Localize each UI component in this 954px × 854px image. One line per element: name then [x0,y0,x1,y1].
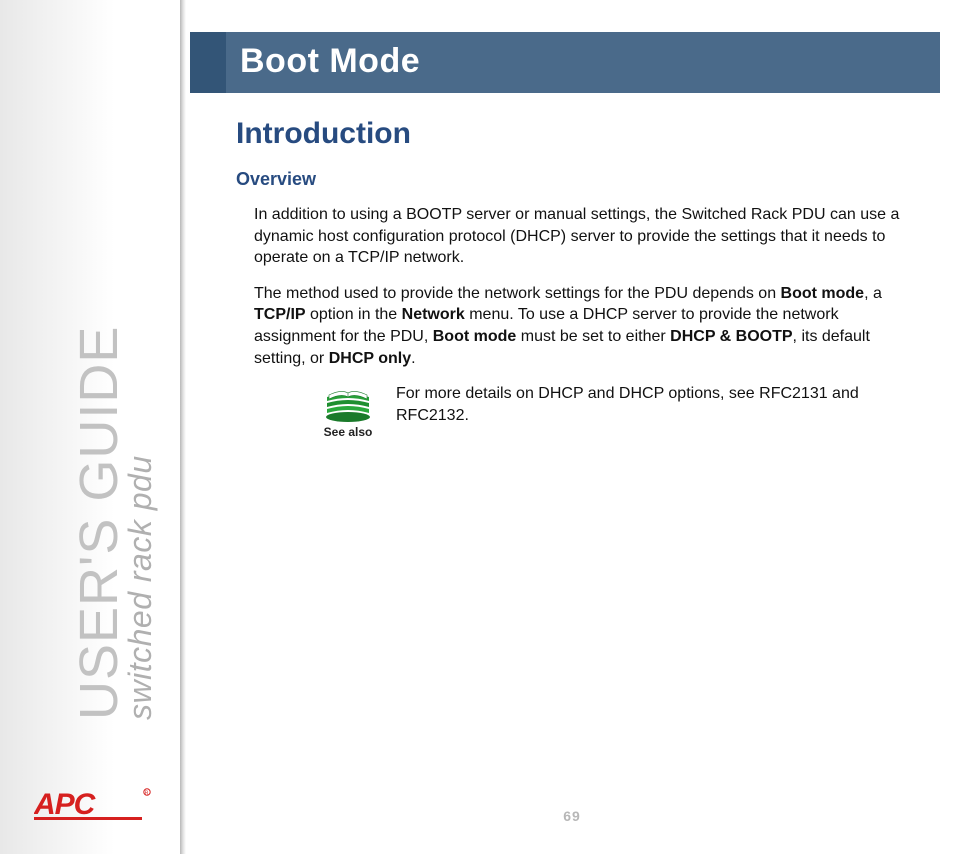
p2-bold-network: Network [402,306,465,323]
page-title: Boot Mode [240,42,920,81]
p2-bold-dhcponly: DHCP only [329,350,411,367]
svg-text:APC: APC [34,788,97,820]
page-number: 69 [563,808,581,824]
p2-text: option in the [306,306,402,323]
p2-text: must be set to either [516,328,670,345]
main-content: Boot Mode Introduction Overview In addit… [190,0,954,854]
p2-bold-bootmode: Boot mode [781,285,865,302]
sidebar-title-wrap: USER'S GUIDE [68,326,130,720]
footer: 69 [190,808,954,826]
sub-heading: Overview [236,169,914,190]
books-icon [321,383,375,423]
p2-text: The method used to provide the network s… [254,285,781,302]
content-body: Introduction Overview In addition to usi… [190,93,954,439]
see-also-icon-wrap: See also [316,383,380,439]
section-heading: Introduction [236,117,914,151]
page: USER'S GUIDE switched rack pdu APC R Boo… [0,0,954,854]
sidebar: USER'S GUIDE switched rack pdu [0,0,180,854]
see-also-text: For more details on DHCP and DHCP option… [396,383,896,426]
apc-logo: APC R [34,786,156,820]
see-also-block: See also For more details on DHCP and DH… [316,383,914,439]
p2-bold-tcpip: TCP/IP [254,306,306,323]
vertical-divider [180,0,186,854]
see-also-label: See also [324,425,373,439]
title-bar: Boot Mode [190,32,940,93]
svg-text:R: R [145,791,149,797]
p2-text: . [411,350,415,367]
paragraph-2: The method used to provide the network s… [254,283,914,369]
sidebar-title: USER'S GUIDE [69,326,129,720]
sidebar-subtitle: switched rack pdu [122,455,158,720]
p2-text: , a [864,285,882,302]
paragraph-1: In addition to using a BOOTP server or m… [254,204,914,269]
p2-bold-dhcpbootp: DHCP & BOOTP [670,328,792,345]
p2-bold-bootmode2: Boot mode [433,328,517,345]
sidebar-subtitle-wrap: switched rack pdu [122,455,159,720]
